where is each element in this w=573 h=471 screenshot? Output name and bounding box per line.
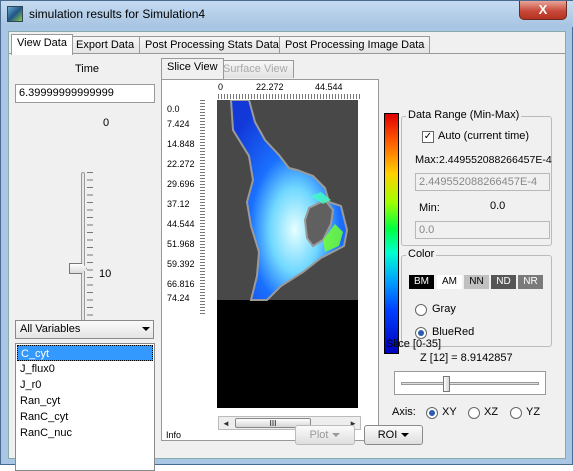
time-slider-ticks — [87, 172, 93, 324]
plot-button[interactable]: Plot — [295, 425, 355, 445]
axis-xz-label: XZ — [484, 406, 499, 418]
data-range-title: Data Range (Min-Max) — [406, 109, 522, 121]
slice-slider[interactable] — [394, 371, 546, 395]
color-scale-bar — [384, 113, 399, 354]
chevron-down-icon — [401, 433, 410, 438]
colormap-nn-button[interactable]: NN — [464, 275, 489, 289]
y-tick-label: 37.12 — [167, 199, 190, 209]
slice-slider-thumb[interactable] — [443, 376, 450, 392]
colormap-nr-button[interactable]: NR — [518, 275, 543, 289]
slice-image-canvas[interactable] — [217, 99, 358, 408]
tab-export-data[interactable]: Export Data — [70, 36, 141, 54]
axis-label: Axis: — [392, 406, 416, 418]
max-value: 2.449552088266457E-4 — [439, 154, 552, 166]
cell-image — [217, 99, 358, 301]
tab-slice-view[interactable]: Slice View — [161, 58, 224, 79]
chevron-down-icon — [142, 327, 150, 331]
colormap-am-button[interactable]: AM — [437, 275, 462, 289]
list-item-j-flux0[interactable]: J_flux0 — [17, 361, 153, 377]
time-value-field[interactable]: 6.39999999999999 — [15, 84, 155, 103]
axis-xy-radio[interactable] — [426, 407, 438, 419]
x-tick-label: 44.544 — [315, 82, 343, 92]
scroll-left-icon[interactable]: ◄ — [222, 419, 230, 428]
info-label: Info — [166, 430, 182, 440]
plot-button-label: Plot — [309, 429, 329, 441]
gray-label: Gray — [432, 303, 456, 315]
view-data-panel: Time 6.39999999999999 0 10 All Variables… — [9, 53, 565, 471]
axis-yz-radio[interactable] — [510, 407, 522, 419]
slice-viewer: 0 22.272 44.544 0.0 7.424 14.848 22.272 … — [161, 79, 379, 441]
x-tick-label: 0 — [218, 82, 224, 92]
axis-xz-radio[interactable] — [468, 407, 480, 419]
title-bar[interactable]: simulation results for Simulation4 X — [1, 1, 573, 27]
y-tick-label: 14.848 — [167, 139, 195, 149]
y-tick-label: 0.0 — [167, 104, 180, 114]
list-item-ran-cyt[interactable]: Ran_cyt — [17, 393, 153, 409]
time-slider-bottom-label: 10 — [99, 268, 112, 280]
y-tick-label: 74.24 — [167, 293, 190, 303]
chevron-down-icon — [332, 433, 341, 438]
colormap-bm-button[interactable]: BM — [409, 275, 434, 289]
tab-post-processing-stats-data[interactable]: Post Processing Stats Data — [139, 36, 285, 54]
variable-filter-combo[interactable]: All Variables — [15, 320, 154, 339]
tab-view-data[interactable]: View Data — [11, 34, 73, 55]
list-item-j-r0[interactable]: J_r0 — [17, 377, 153, 393]
list-item-ranc-cyt[interactable]: RanC_cyt — [17, 409, 153, 425]
window-title: simulation results for Simulation4 — [29, 7, 206, 21]
min-value: 0.0 — [490, 200, 506, 212]
tab-surface-view[interactable]: Surface View — [217, 60, 294, 78]
gray-radio[interactable] — [415, 304, 427, 316]
y-tick-label: 51.968 — [167, 239, 195, 249]
color-title: Color — [406, 248, 437, 260]
y-ruler — [200, 100, 205, 315]
colormap-buttons: BM AM NN ND NR — [409, 275, 545, 289]
colormap-nd-button[interactable]: ND — [491, 275, 516, 289]
variable-list[interactable]: C_cyt J_flux0 J_r0 Ran_cyt RanC_cyt RanC… — [15, 343, 155, 471]
variable-filter-value: All Variables — [20, 323, 81, 335]
auto-range-label: Auto (current time) — [438, 130, 530, 142]
time-slider[interactable] — [81, 172, 85, 322]
time-slider-top-label: 0 — [103, 117, 110, 129]
time-label: Time — [75, 63, 100, 75]
max-field[interactable]: 2.449552088266457E-4 — [415, 173, 550, 191]
x-ruler — [218, 94, 362, 99]
y-tick-label: 7.424 — [167, 119, 190, 129]
close-button[interactable]: X — [519, 1, 567, 20]
app-icon — [7, 6, 23, 22]
y-tick-label: 44.544 — [167, 219, 195, 229]
axis-xy-label: XY — [442, 406, 457, 418]
y-tick-label: 29.696 — [167, 179, 195, 189]
tab-post-processing-image-data[interactable]: Post Processing Image Data — [279, 36, 431, 54]
main-panel: View Data Export Data Post Processing St… — [8, 31, 566, 471]
simulation-results-window: simulation results for Simulation4 X Vie… — [0, 0, 573, 471]
auto-range-checkbox[interactable]: ✓ — [422, 131, 434, 143]
list-item-ranc-nuc[interactable]: RanC_nuc — [17, 425, 153, 441]
min-label: Min: — [419, 202, 440, 214]
x-tick-label: 22.272 — [256, 82, 284, 92]
y-tick-label: 22.272 — [167, 159, 195, 169]
axis-yz-label: YZ — [526, 406, 541, 418]
min-field[interactable]: 0.0 — [415, 221, 550, 239]
roi-button[interactable]: ROI — [364, 425, 423, 445]
roi-button-label: ROI — [377, 429, 398, 441]
y-tick-label: 66.816 — [167, 279, 195, 289]
list-item-c-cyt[interactable]: C_cyt — [17, 345, 153, 361]
max-label: Max: — [415, 154, 439, 166]
slice-slider-track — [401, 382, 539, 385]
y-tick-label: 59.392 — [167, 259, 195, 269]
data-range-group: Data Range (Min-Max) ✓ Auto (current tim… — [401, 109, 552, 246]
slice-z-label: Z [12] = 8.9142857 — [420, 352, 513, 364]
